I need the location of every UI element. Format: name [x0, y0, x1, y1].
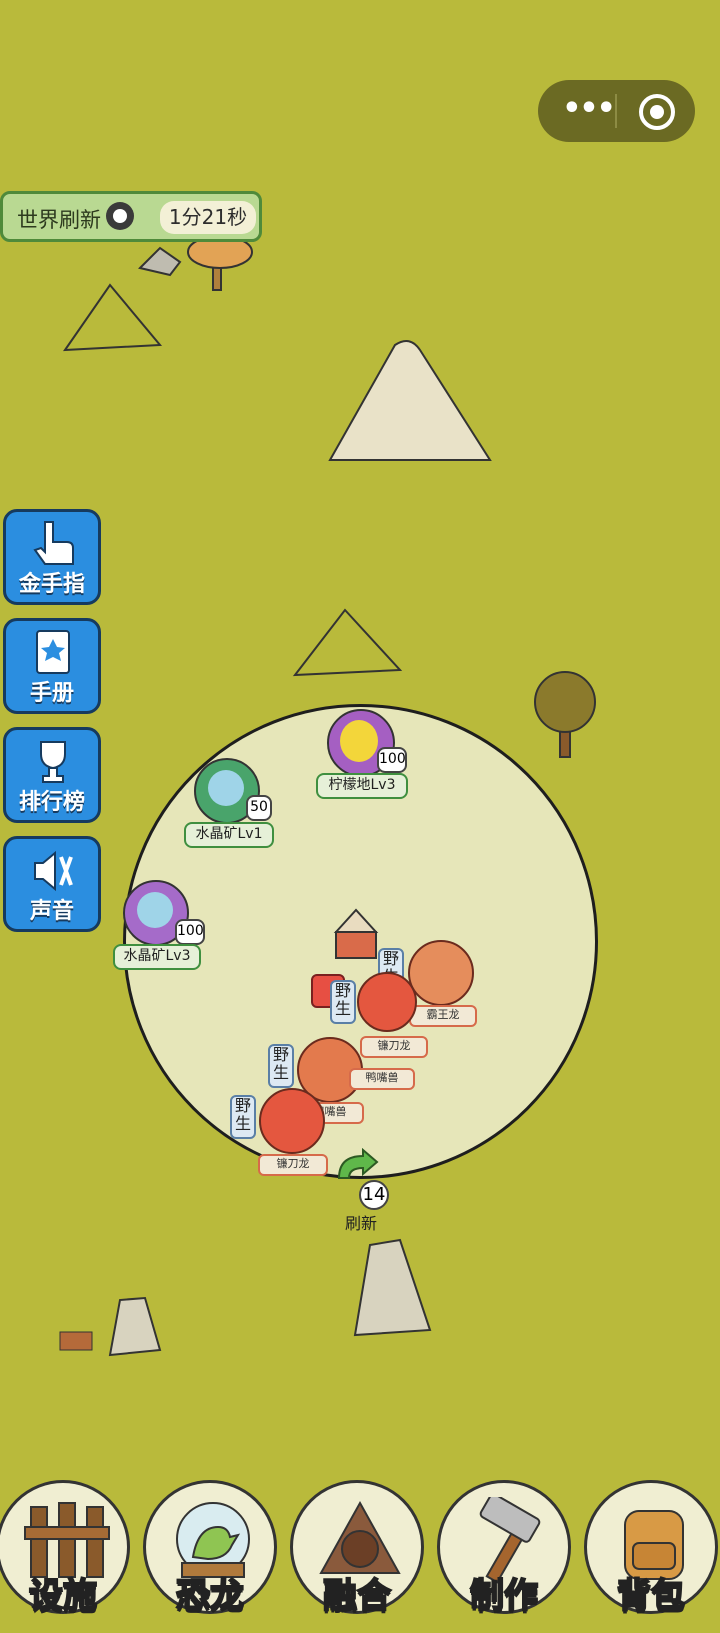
resource-label: 柠檬地Lv3: [316, 773, 408, 799]
book-star-icon: [36, 630, 70, 674]
world-refresh-timer: 世界刷新 1分21秒: [0, 191, 262, 242]
leaderboard-button[interactable]: 排行榜: [3, 727, 101, 823]
mountain-icon: [63, 283, 163, 352]
refresh-count: 14: [359, 1180, 389, 1210]
fusion-button[interactable]: 融合: [290, 1480, 424, 1617]
mountain-icon: [328, 340, 492, 461]
handbook-button[interactable]: 手册: [3, 618, 101, 714]
refresh-button[interactable]: 14 刷新: [333, 1147, 389, 1233]
lemon-fruit: [340, 720, 378, 762]
crystal-cluster: [137, 892, 173, 928]
world-refresh-countdown: 1分21秒: [160, 201, 256, 234]
sound-button[interactable]: 声音: [3, 836, 101, 932]
dino-label: 霸王龙: [409, 1005, 477, 1027]
yurt-icon[interactable]: [330, 906, 382, 968]
stopwatch-icon: [106, 202, 134, 230]
craft-button[interactable]: 制作: [437, 1480, 571, 1617]
pointing-hand-icon: [33, 521, 74, 565]
rock-icon: [138, 246, 182, 277]
resource-count: 50: [246, 795, 272, 821]
golden-finger-label: 金手指: [18, 572, 85, 597]
tree-icon: [187, 235, 596, 758]
wild-tag: 野生: [330, 980, 356, 1024]
speaker-muted-icon: [34, 850, 73, 892]
leaderboard-label: 排行榜: [18, 790, 85, 815]
resource-label: 水晶矿Lv1: [184, 822, 274, 848]
dino-label: 镰刀龙: [360, 1036, 428, 1058]
dino-avatar[interactable]: [408, 940, 474, 1006]
dino-avatar[interactable]: [357, 972, 417, 1032]
backpack-label: 背包: [616, 1575, 686, 1617]
resource-label: 水晶矿Lv3: [113, 944, 201, 970]
crystal-cluster: [208, 770, 244, 806]
stump-icon: [59, 1331, 93, 1351]
mountain-icon: [292, 608, 403, 677]
mini-program-capsule: •••: [538, 80, 695, 142]
sound-label: 声音: [29, 899, 74, 924]
golden-finger-button[interactable]: 金手指: [3, 509, 101, 605]
rock-icon: [353, 1238, 432, 1337]
backpack-button[interactable]: 背包: [584, 1480, 718, 1617]
fusion-label: 融合: [322, 1575, 392, 1617]
facilities-button[interactable]: 设施: [0, 1480, 130, 1617]
craft-label: 制作: [469, 1575, 539, 1617]
dino-avatar[interactable]: [259, 1088, 325, 1154]
capsule-divider: [615, 94, 617, 128]
dino-label: 鸭嘴兽: [349, 1068, 415, 1090]
trophy-icon: [40, 741, 66, 783]
close-target-icon[interactable]: [639, 94, 675, 130]
resource-count: 100: [377, 747, 407, 773]
facilities-label: 设施: [28, 1575, 98, 1617]
handbook-label: 手册: [29, 681, 74, 706]
wild-tag: 野生: [230, 1095, 256, 1139]
refresh-label: 刷新: [344, 1214, 377, 1233]
dinosaurs-button[interactable]: 恐龙: [143, 1480, 277, 1617]
world-refresh-label: 世界刷新: [17, 208, 101, 232]
wild-tag: 野生: [268, 1044, 294, 1088]
rock-icon: [108, 1296, 162, 1357]
resource-count: 100: [175, 919, 205, 945]
dino-label: 镰刀龙: [258, 1154, 328, 1176]
dinosaurs-label: 恐龙: [175, 1575, 245, 1617]
more-icon[interactable]: •••: [560, 94, 616, 128]
